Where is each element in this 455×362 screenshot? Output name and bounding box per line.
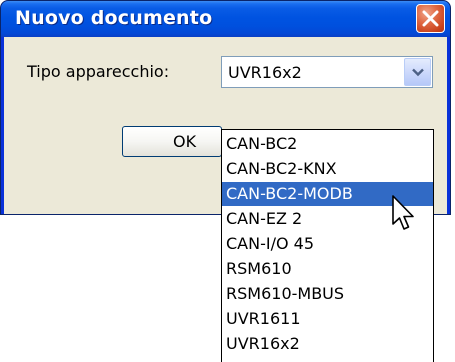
screen: Nuovo documento Tipo apparecchio: UVR16x… [0, 0, 455, 362]
dropdown-button[interactable] [404, 58, 431, 86]
dropdown-option[interactable]: CAN-BC2-KNX [222, 157, 433, 181]
dropdown-option[interactable]: CAN-I/O 45 [222, 232, 433, 256]
dialog-title: Nuovo documento [15, 7, 213, 29]
close-icon [422, 10, 439, 27]
dropdown-option[interactable]: UVR16x2 [222, 332, 433, 356]
device-type-label: Tipo apparecchio: [27, 62, 170, 81]
dropdown-option[interactable]: CAN-BC2 [222, 132, 433, 156]
device-type-value: UVR16x2 [228, 63, 302, 82]
close-button[interactable] [416, 4, 445, 33]
device-type-select[interactable]: UVR16x2 [221, 56, 433, 88]
dropdown-option[interactable]: RSM610-MBUS [222, 282, 433, 306]
arrow-pointer-icon [392, 195, 414, 230]
device-type-dropdown-list[interactable]: CAN-BC2 CAN-BC2-KNX CAN-BC2-MODB CAN-EZ … [221, 129, 434, 362]
dropdown-option[interactable]: UVR1611 [222, 307, 433, 331]
title-bar[interactable]: Nuovo documento [1, 1, 450, 37]
ok-button-label: OK [173, 132, 197, 151]
dropdown-option[interactable]: RSM610 [222, 257, 433, 281]
ok-button[interactable]: OK [122, 126, 222, 157]
chevron-down-icon [412, 68, 424, 77]
